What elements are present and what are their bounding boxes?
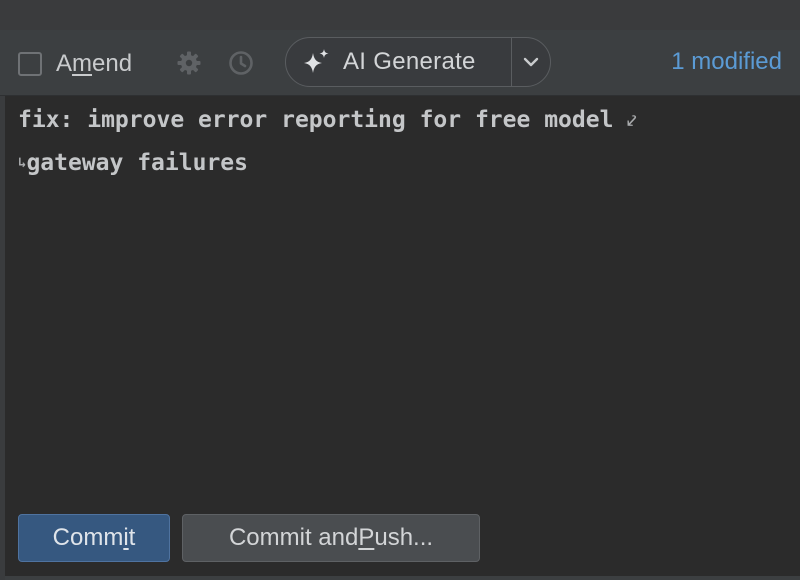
commit-button[interactable]: Comm i t bbox=[18, 514, 170, 562]
modified-count-link[interactable]: 1 modified bbox=[671, 48, 782, 76]
commit-message-text: fix: improve error reporting for free mo… bbox=[18, 99, 636, 184]
amend-checkbox[interactable] bbox=[18, 52, 42, 76]
commit-toolbar: Amend AI Generate 1 modified bbox=[0, 30, 800, 96]
message-line-1: fix: improve error reporting for free mo… bbox=[18, 107, 614, 133]
ai-generate-control: AI Generate bbox=[285, 37, 551, 87]
commit-and-push-button[interactable]: Commit and Push... bbox=[182, 514, 480, 562]
message-line-2: gateway failures bbox=[26, 149, 248, 176]
clock-icon[interactable] bbox=[228, 50, 254, 76]
panel-header-strip bbox=[0, 0, 800, 31]
soft-wrap-end-icon: ⤦ bbox=[627, 110, 637, 130]
chevron-down-icon bbox=[523, 57, 539, 67]
commit-actions: Comm i t Commit and Push... bbox=[0, 496, 800, 580]
bottom-divider bbox=[5, 576, 800, 580]
ai-generate-button[interactable]: AI Generate bbox=[286, 38, 512, 86]
commit-message-editor[interactable]: fix: improve error reporting for free mo… bbox=[0, 96, 800, 496]
ai-generate-label: AI Generate bbox=[343, 48, 476, 75]
gear-icon[interactable] bbox=[176, 50, 202, 76]
amend-label: Amend bbox=[56, 50, 133, 77]
amend-toggle[interactable]: Amend bbox=[18, 50, 132, 78]
ai-generate-dropdown[interactable] bbox=[512, 38, 550, 86]
sparkle-icon bbox=[304, 49, 329, 73]
commit-panel: Amend AI Generate 1 modified fix: improv… bbox=[0, 0, 800, 580]
